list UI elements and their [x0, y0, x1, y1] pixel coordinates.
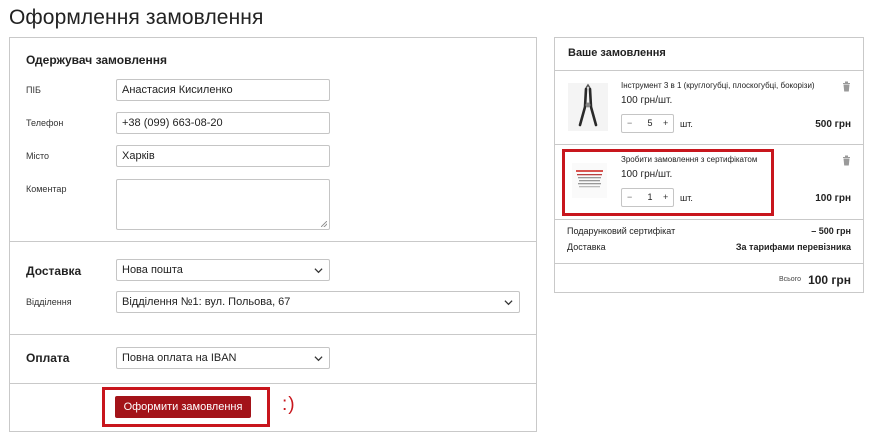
place-order-button[interactable]: Оформити замовлення	[115, 396, 251, 418]
submit-section: Оформити замовлення :)	[10, 384, 536, 433]
delivery-cost-value: За тарифами перевізника	[735, 242, 851, 252]
item-price: 100 грн/шт.	[621, 95, 673, 106]
divider	[555, 144, 863, 145]
total-value: 100 грн	[808, 273, 851, 287]
decrease-button[interactable]: −	[627, 118, 632, 128]
recipient-heading: Одержувач замовлення	[26, 53, 167, 67]
chevron-down-icon	[314, 268, 323, 274]
city-field[interactable]: Харків	[116, 145, 330, 167]
comment-label: Коментар	[26, 184, 67, 194]
divider	[555, 70, 863, 71]
payment-method-select[interactable]: Повна оплата на IBAN	[116, 347, 330, 369]
chevron-down-icon	[314, 356, 323, 362]
total-label: Всього	[778, 276, 801, 283]
phone-field[interactable]: +38 (099) 663-08-20	[116, 112, 330, 134]
item-total: 500 грн	[815, 119, 851, 130]
order-summary: Ваше замовлення Інструмент 3 в 1 (кругло…	[554, 37, 864, 293]
smiley-annotation: :)	[282, 394, 296, 415]
phone-label: Телефон	[26, 118, 64, 128]
recipient-section: Одержувач замовлення ПІБ Анастасия Кисил…	[10, 38, 536, 242]
trash-icon[interactable]	[842, 155, 851, 166]
increase-button[interactable]: +	[663, 118, 668, 128]
delivery-section: Доставка Нова пошта Відділення Відділенн…	[10, 242, 536, 335]
quantity-value[interactable]: 5	[645, 118, 655, 128]
comment-field[interactable]	[116, 179, 330, 230]
city-label: Місто	[26, 151, 50, 161]
delivery-method-select[interactable]: Нова пошта	[116, 259, 330, 281]
payment-section: Оплата Повна оплата на IBAN	[10, 335, 536, 384]
trash-icon[interactable]	[842, 81, 851, 92]
delivery-heading: Доставка	[26, 264, 82, 278]
payment-heading: Оплата	[26, 351, 70, 365]
certificate-value: – 500 грн	[811, 226, 851, 236]
delivery-cost-label: Доставка	[567, 242, 606, 252]
payment-method-value: Повна оплата на IBAN	[122, 352, 237, 364]
quantity-stepper[interactable]: − 5 +	[621, 114, 674, 133]
unit-label: шт.	[680, 119, 693, 129]
certificate-label: Подарунковий сертифікат	[567, 226, 676, 236]
item-name: Інструмент 3 в 1 (круглогубці, плоскогуб…	[621, 81, 815, 90]
chevron-down-icon	[504, 300, 513, 306]
pliers-product-image	[568, 83, 608, 131]
item-total: 100 грн	[815, 193, 851, 204]
order-title: Ваше замовлення	[568, 47, 666, 59]
branch-select[interactable]: Відділення №1: вул. Польова, 67	[116, 291, 520, 313]
name-field[interactable]: Анастасия Кисиленко	[116, 79, 330, 101]
checkout-form: Одержувач замовлення ПІБ Анастасия Кисил…	[9, 37, 537, 432]
divider	[555, 219, 863, 220]
divider	[555, 263, 863, 264]
page-title: Оформлення замовлення	[9, 6, 264, 29]
delivery-method-value: Нова пошта	[122, 264, 183, 276]
item-highlight-frame	[562, 149, 774, 216]
branch-label: Відділення	[26, 297, 72, 307]
name-label: ПІБ	[26, 85, 41, 95]
branch-value: Відділення №1: вул. Польова, 67	[122, 296, 291, 308]
